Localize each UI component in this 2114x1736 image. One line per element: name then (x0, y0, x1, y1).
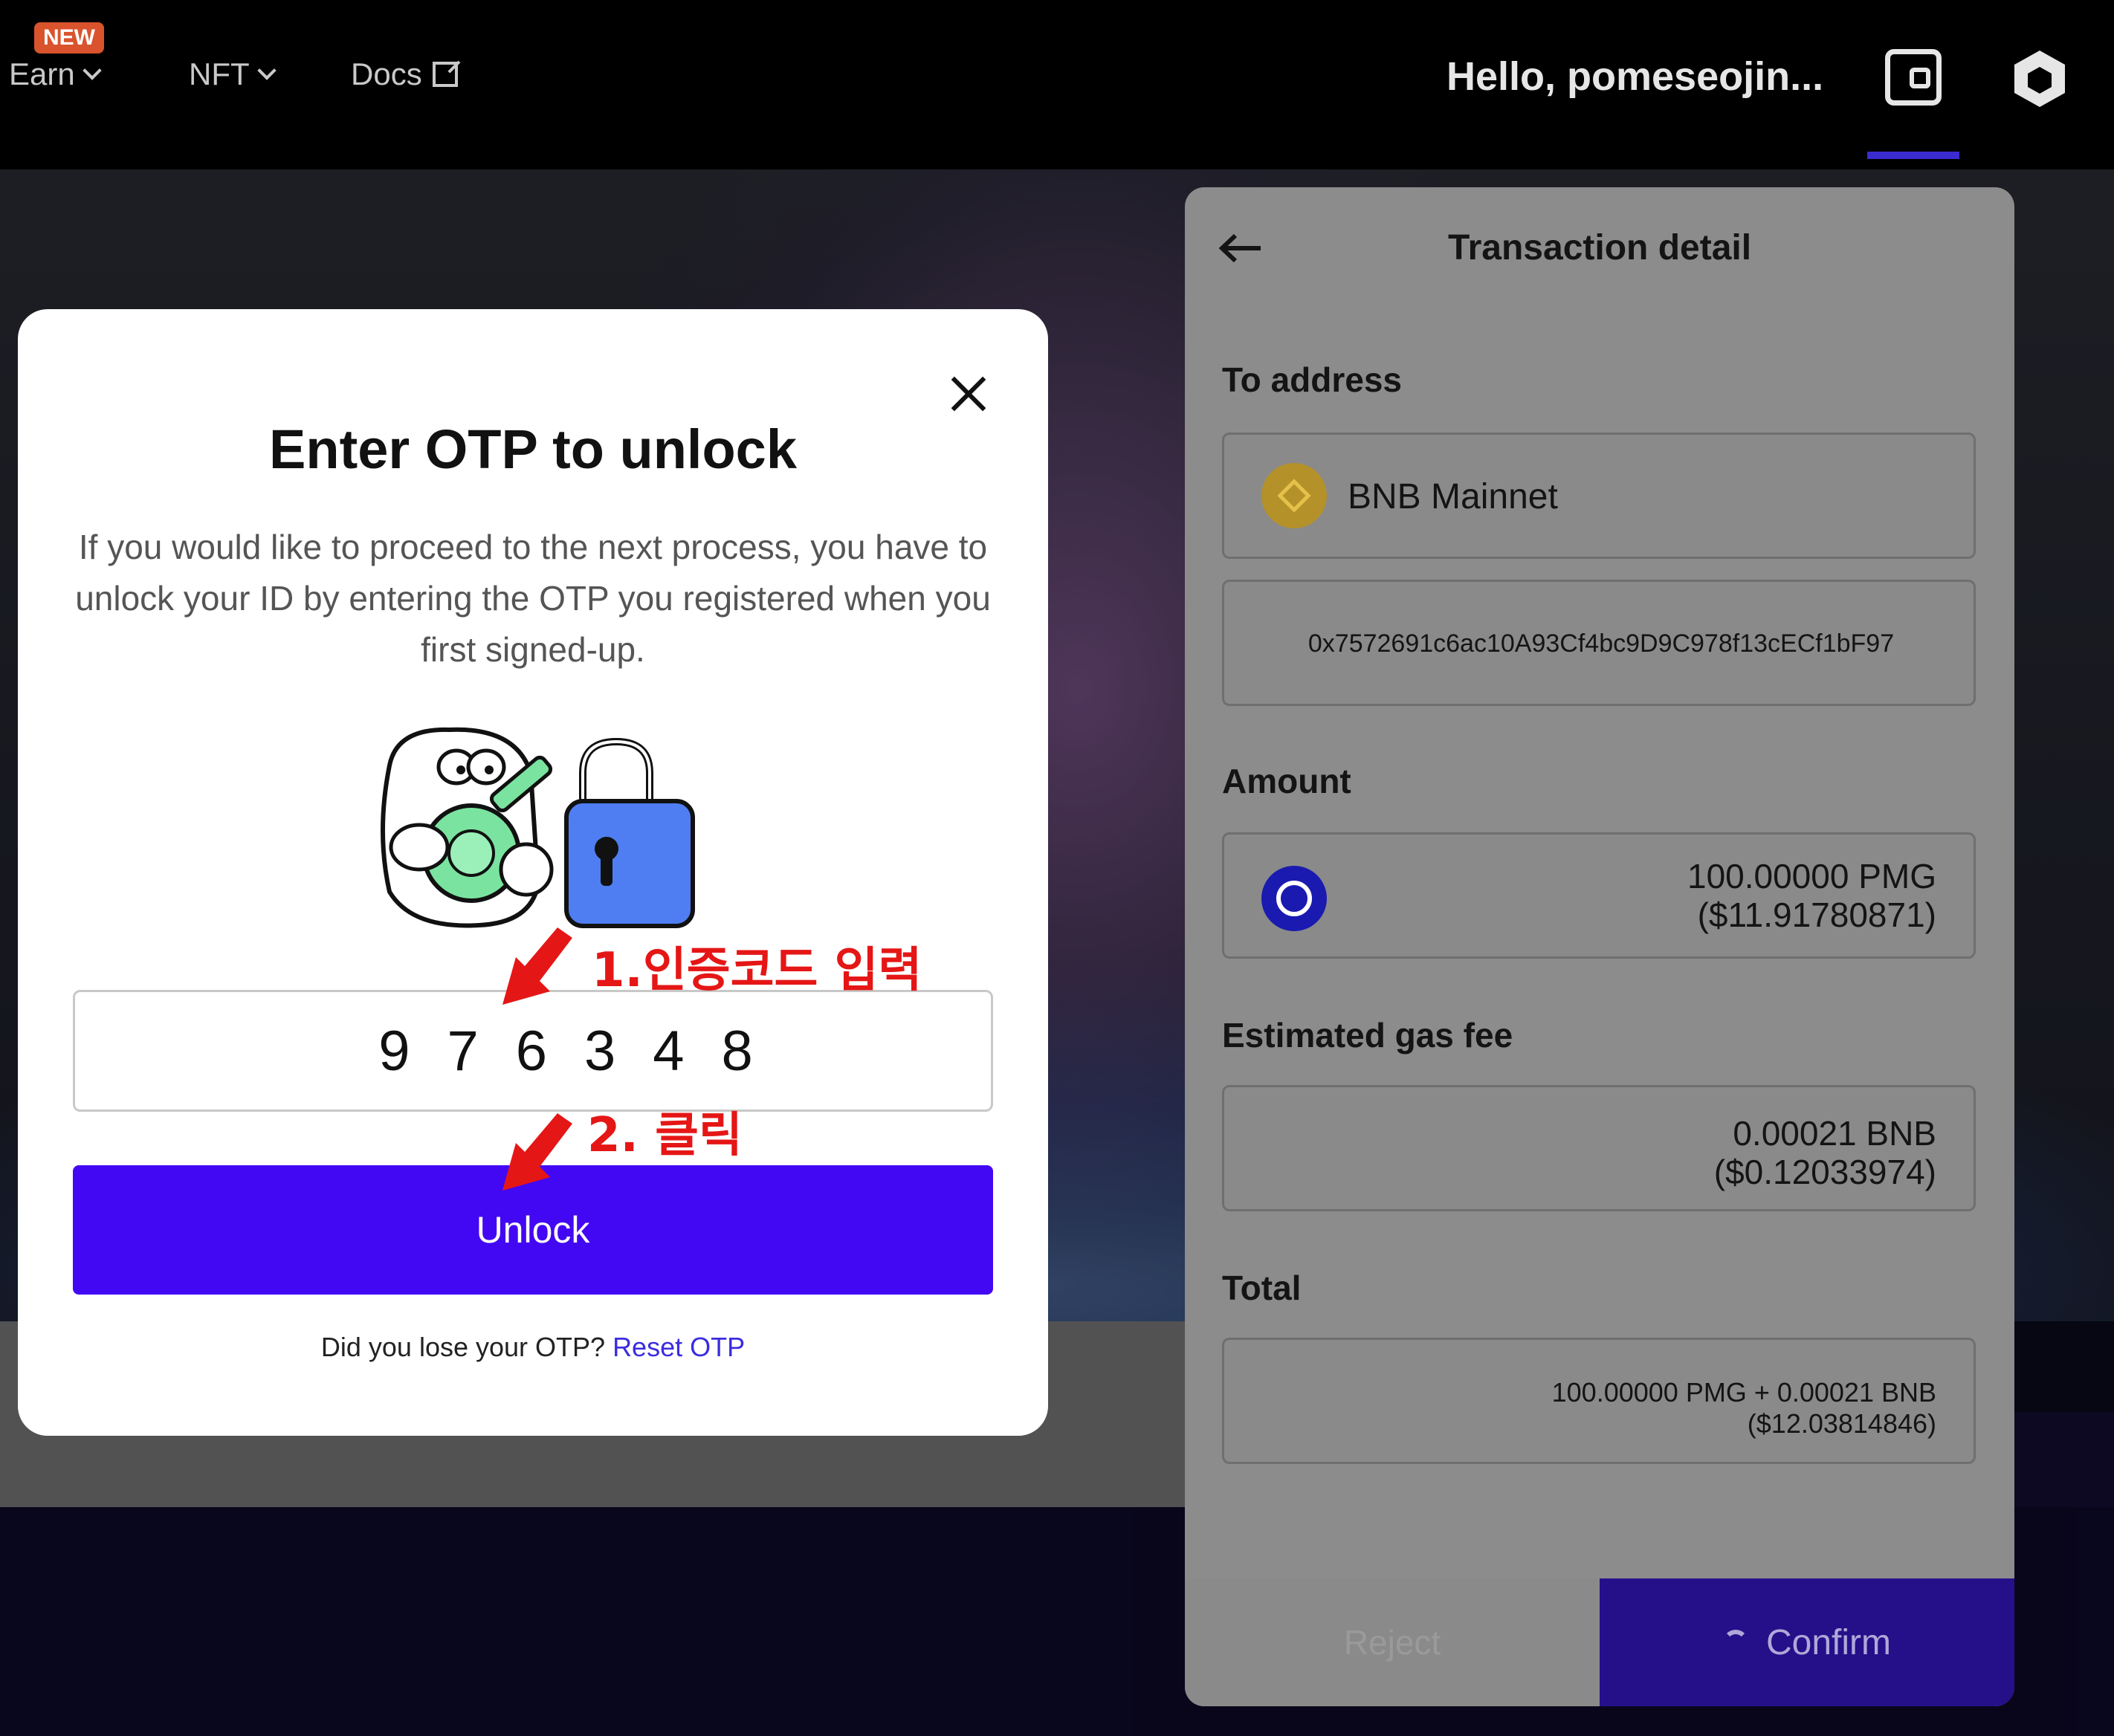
reset-otp-link[interactable]: Reset OTP (612, 1332, 745, 1362)
nav-nft[interactable]: NFT (189, 56, 277, 92)
gas-fee-value: 0.00021 BNB (1733, 1114, 1936, 1153)
mascot-key-lock-illustration (381, 727, 695, 928)
external-link-icon (432, 62, 458, 87)
top-nav: NEW Earn NFT Docs Hello, pomeseojin... (0, 0, 2114, 169)
amount-field: 100.00000 PMG ($11.91780871) (1222, 832, 1976, 959)
total-usd: ($12.03814846) (1747, 1408, 1936, 1439)
amount-value: 100.00000 PMG (1687, 857, 1936, 895)
close-icon[interactable] (946, 372, 990, 416)
network-field: BNB Mainnet (1222, 433, 1976, 559)
nav-docs[interactable]: Docs (351, 56, 458, 92)
chevron-down-icon (82, 61, 102, 80)
gas-fee-usd: ($0.12033974) (1713, 1153, 1936, 1191)
amount-label: Amount (1222, 762, 1351, 800)
confirm-button[interactable]: Confirm (1600, 1578, 2014, 1706)
transaction-title: Transaction detail (1447, 228, 1752, 268)
total-label: Total (1222, 1269, 1302, 1307)
user-greeting[interactable]: Hello, pomeseojin... (1446, 54, 1823, 100)
to-address-label: To address (1222, 360, 1402, 399)
address-field: 0x7572691c6ac10A93Cf4bc9D9C978f13cECf1bF… (1222, 580, 1976, 706)
chevron-down-icon (256, 61, 277, 80)
gas-fee-field: 0.00021 BNB ($0.12033974) (1222, 1085, 1976, 1211)
total-field: 100.00000 PMG + 0.00021 BNB ($12.0381484… (1222, 1338, 1976, 1464)
hexagon-logo-icon[interactable] (2008, 48, 2071, 110)
modal-title: Enter OTP to unlock (269, 418, 797, 480)
otp-modal: Enter OTP to unlock If you would like to… (18, 309, 1048, 1436)
new-badge: NEW (34, 22, 104, 54)
annotation-step2: 2. 클릭 (587, 1108, 743, 1163)
bnb-coin-icon (1261, 463, 1327, 528)
annotation-arrow-step1-icon (502, 927, 572, 1005)
gas-fee-label: Estimated gas fee (1222, 1016, 1513, 1055)
network-name: BNB Mainnet (1348, 477, 1558, 516)
loading-spinner-icon (1722, 1630, 1748, 1655)
lost-otp-row: Did you lose your OTP? Reset OTP (18, 1332, 1048, 1363)
nav-nft-label: NFT (189, 56, 250, 91)
reject-button[interactable]: Reject (1185, 1578, 1600, 1706)
modal-description: If you would like to proceed to the next… (75, 528, 991, 669)
wallet-icon[interactable] (1885, 49, 1942, 106)
annotation-step1: 1.인증코드 입력 (592, 943, 922, 998)
lost-otp-question: Did you lose your OTP? (320, 1332, 606, 1362)
annotation-arrow-step2-icon (502, 1113, 572, 1191)
nav-earn-label: Earn (9, 56, 75, 91)
active-tab-indicator (1867, 152, 1959, 159)
transaction-panel: Transaction detail To address BNB Mainne… (1185, 187, 2014, 1706)
nav-docs-label: Docs (351, 56, 422, 91)
pmg-coin-icon (1261, 866, 1327, 931)
recipient-address: 0x7572691c6ac10A93Cf4bc9D9C978f13cECf1bF… (1307, 629, 1895, 658)
amount-usd: ($11.91780871) (1697, 895, 1936, 934)
total-value: 100.00000 PMG + 0.00021 BNB (1551, 1377, 1936, 1408)
confirm-label: Confirm (1765, 1622, 1892, 1662)
transaction-footer: Reject Confirm (1185, 1578, 2014, 1706)
nav-earn[interactable]: Earn (9, 56, 102, 92)
